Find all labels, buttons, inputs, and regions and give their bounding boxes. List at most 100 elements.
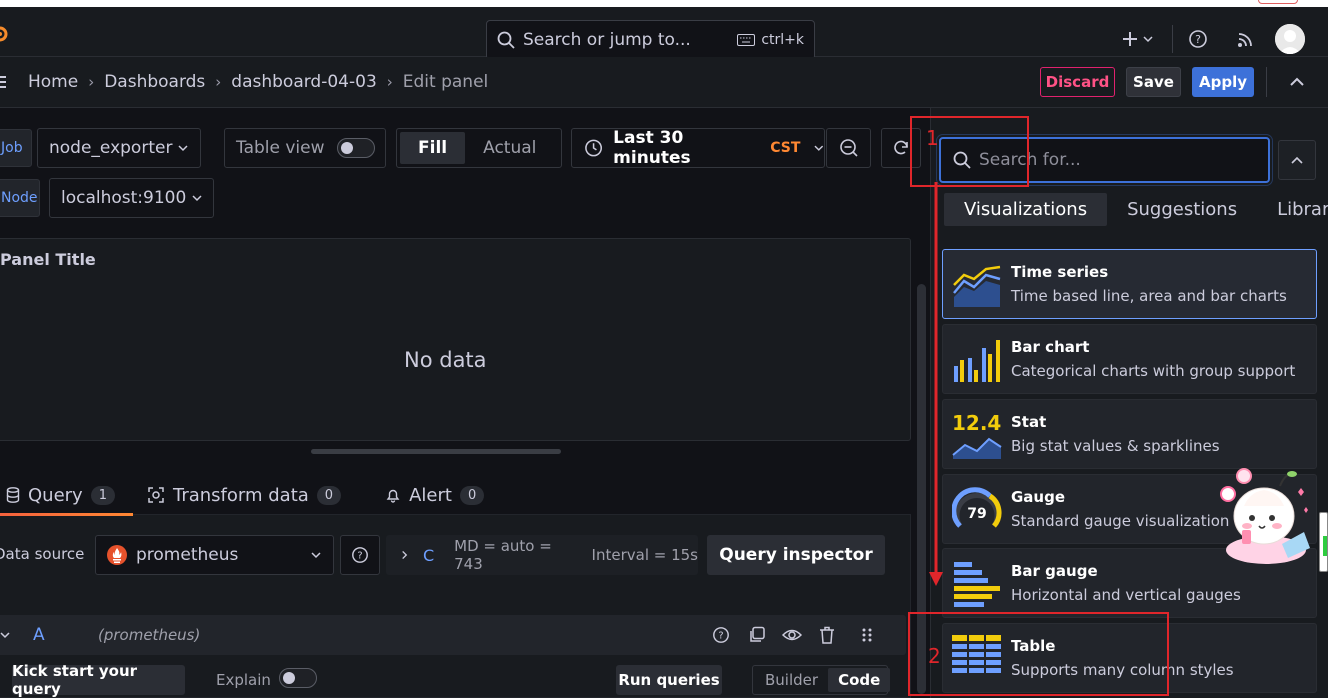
transform-icon xyxy=(148,487,164,503)
zoom-out-button[interactable] xyxy=(826,128,871,168)
viz-card-title: Stat xyxy=(1011,413,1047,431)
save-button[interactable]: Save xyxy=(1126,67,1181,97)
menu-icon[interactable] xyxy=(0,75,10,89)
query-options-row[interactable]: C MD = auto = 743 Interval = 15s xyxy=(386,535,698,575)
datasource-help-button[interactable]: ? xyxy=(340,535,380,575)
chevron-right-icon: › xyxy=(88,73,95,91)
svg-text:?: ? xyxy=(1195,33,1201,46)
gauge-icon: 79 xyxy=(952,487,1002,528)
annotation-label-1: 1 xyxy=(926,126,939,150)
tab-transform-count: 0 xyxy=(316,485,342,505)
search-icon xyxy=(497,31,515,49)
datasource-value: prometheus xyxy=(136,545,239,565)
chevron-right-icon: › xyxy=(215,73,222,91)
discard-button[interactable]: Discard xyxy=(1040,67,1115,97)
explain-toggle[interactable] xyxy=(279,668,317,688)
search-placeholder: Search or jump to... xyxy=(523,30,691,50)
user-avatar[interactable] xyxy=(1275,24,1305,54)
duplicate-icon[interactable] xyxy=(748,626,766,644)
tab-suggestions[interactable]: Suggestions xyxy=(1107,193,1257,226)
breadcrumb-dashboard[interactable]: dashboard-04-03 xyxy=(231,72,376,92)
bar-gauge-icon xyxy=(954,562,1000,607)
tab-visualizations[interactable]: Visualizations xyxy=(944,192,1108,226)
tab-alert-count: 0 xyxy=(459,485,485,505)
shortcut-hint: ctrl+k xyxy=(737,32,804,48)
tab-alert[interactable]: Alert 0 xyxy=(379,478,502,512)
time-range-picker[interactable]: Last 30 minutes CST xyxy=(571,128,825,168)
help-icon: ? xyxy=(352,547,368,563)
viz-card-stat[interactable]: 12.4 Stat Big stat values & sparklines xyxy=(942,399,1317,469)
node-variable-select[interactable]: localhost:9100 xyxy=(49,178,214,218)
pane-resize-handle[interactable] xyxy=(311,449,561,454)
panel-title: Panel Title xyxy=(0,250,96,269)
query-ref-id[interactable]: A xyxy=(33,625,45,645)
fill-option[interactable]: Fill xyxy=(400,132,466,164)
viz-card-bar-chart[interactable]: Bar chart Categorical charts with group … xyxy=(942,324,1317,394)
actual-option[interactable]: Actual xyxy=(465,132,554,164)
drag-handle-icon[interactable] xyxy=(861,627,873,643)
chevron-down-icon[interactable] xyxy=(0,630,10,640)
help-button[interactable]: ? xyxy=(1185,29,1211,49)
trash-icon[interactable] xyxy=(819,626,835,644)
new-menu-button[interactable] xyxy=(1116,30,1158,48)
query-inspector-button[interactable]: Query inspector xyxy=(707,535,885,575)
edge-green-mark xyxy=(1323,536,1327,556)
explain-label: Explain xyxy=(216,671,271,689)
breadcrumb-current: Edit panel xyxy=(402,72,489,92)
chevron-right-icon xyxy=(402,550,408,560)
stat-icon: 12.4 xyxy=(952,411,1002,459)
viz-card-title: Bar chart xyxy=(1011,338,1090,356)
viz-card-description: Big stat values & sparklines xyxy=(1011,437,1220,455)
shortcut-text: ctrl+k xyxy=(761,32,804,48)
eye-icon[interactable] xyxy=(782,627,802,643)
tab-library[interactable]: Library xyxy=(1257,193,1328,226)
news-button[interactable] xyxy=(1233,30,1259,48)
tab-query-count: 1 xyxy=(90,485,115,505)
node-variable-value: localhost:9100 xyxy=(61,188,187,208)
prometheus-icon xyxy=(107,545,127,565)
annotation-box-2 xyxy=(908,612,1169,696)
viz-picker-collapse-button[interactable] xyxy=(1278,140,1316,180)
tab-transform[interactable]: Transform data 0 xyxy=(141,478,359,512)
tab-transform-label: Transform data xyxy=(172,484,309,506)
database-icon xyxy=(6,487,20,503)
breadcrumb: Home › Dashboards › dashboard-04-03 › Ed… xyxy=(0,72,488,92)
chevron-down-icon xyxy=(814,145,824,151)
breadcrumb-dashboards[interactable]: Dashboards xyxy=(104,72,205,92)
breadcrumb-home[interactable]: Home xyxy=(28,72,78,92)
kick-start-button[interactable]: Kick start your query xyxy=(12,662,185,698)
toolbar-divider xyxy=(1266,67,1267,97)
table-view-toggle[interactable]: Table view xyxy=(224,128,386,168)
help-icon[interactable]: ? xyxy=(712,626,730,644)
tab-query-label: Query xyxy=(28,484,83,506)
chevron-down-icon xyxy=(178,145,188,152)
svg-text:?: ? xyxy=(357,551,362,562)
window-pill xyxy=(1258,0,1298,4)
tab-query[interactable]: Query 1 xyxy=(0,478,133,516)
viz-card-time-series[interactable]: Time series Time based line, area and ba… xyxy=(942,249,1317,319)
run-queries-button[interactable]: Run queries xyxy=(616,665,722,695)
job-variable-value: node_exporter xyxy=(49,138,173,158)
timezone-badge: CST xyxy=(770,140,801,156)
table-view-label: Table view xyxy=(236,138,325,158)
annotation-arrow xyxy=(929,182,943,586)
job-variable-select[interactable]: node_exporter xyxy=(37,128,201,168)
query-interval: Interval = 15s xyxy=(591,546,698,564)
help-icon: ? xyxy=(1189,30,1207,48)
svg-text:?: ? xyxy=(718,631,723,642)
viz-card-title: Gauge xyxy=(1011,488,1066,506)
datasource-picker[interactable]: prometheus xyxy=(95,535,334,575)
header-actions: ? xyxy=(1116,24,1305,54)
builder-code-toggle: Builder Code xyxy=(752,665,891,695)
viz-card-title: Time series xyxy=(1011,263,1109,281)
grafana-logo-icon[interactable] xyxy=(0,23,12,45)
global-search-input[interactable]: Search or jump to... ctrl+k xyxy=(486,20,815,60)
apply-button[interactable]: Apply xyxy=(1192,67,1254,97)
job-variable-label: Job xyxy=(0,129,32,167)
collapse-up-icon[interactable] xyxy=(1289,77,1305,87)
code-option[interactable]: Code xyxy=(828,668,891,692)
table-view-switch[interactable] xyxy=(336,138,375,158)
viz-card-description: Standard gauge visualization xyxy=(1011,512,1230,530)
builder-option[interactable]: Builder xyxy=(755,671,828,689)
panel-preview xyxy=(0,238,911,441)
